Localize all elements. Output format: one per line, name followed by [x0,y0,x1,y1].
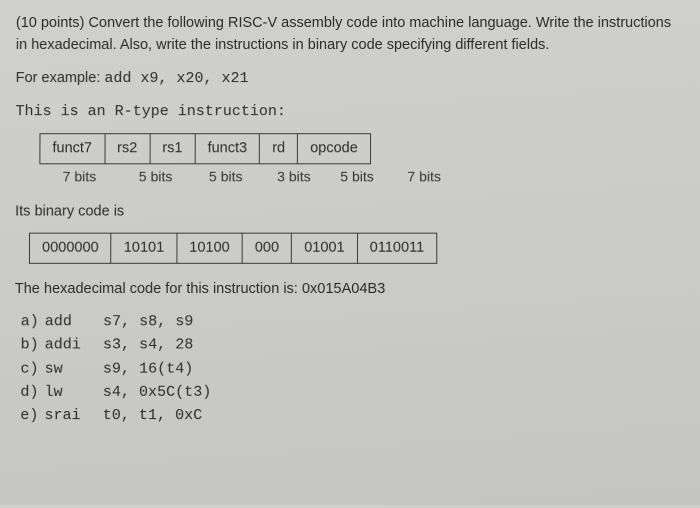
field-bits-row: 7 bits 5 bits 5 bits 3 bits 5 bits 7 bit… [39,166,685,188]
binary-cell: 10100 [177,233,243,263]
field-bits: 3 bits [260,166,328,188]
field-bits: 7 bits [39,166,119,188]
answer-op: add [45,310,103,333]
list-item: a) add s7, s8, s9 [21,310,686,333]
example-intro: For example: [16,70,105,86]
answer-label: d) [20,380,44,403]
field-header: rs1 [150,134,195,164]
answer-args: t0, t1, 0xC [103,404,203,427]
example-instruction: add x9, x20, x21 [104,70,248,87]
binary-cell: 0110011 [357,233,437,263]
field-header: funct3 [195,134,260,164]
field-bits: 5 bits [328,166,386,188]
binary-cell: 01001 [292,233,358,263]
field-header: rd [260,134,298,164]
field-bits: 5 bits [119,166,191,188]
field-header-table: funct7 rs2 rs1 funct3 rd opcode [39,134,370,165]
binary-cell: 10101 [111,233,177,263]
field-header: funct7 [40,134,105,164]
binary-intro: Its binary code is [15,200,685,223]
answer-args: s3, s4, 28 [103,334,193,357]
answer-label: c) [20,357,44,380]
binary-cell: 0000000 [29,233,111,263]
list-item: c) sw s9, 16(t4) [20,357,685,380]
table-row: funct7 rs2 rs1 funct3 rd opcode [40,134,370,164]
field-header: opcode [298,134,371,164]
table-row: 0000000 10101 10100 000 01001 0110011 [29,233,436,263]
list-item: e) srai t0, t1, 0xC [20,404,686,427]
hex-line: The hexadecimal code for this instructio… [15,277,685,300]
answer-args: s4, 0x5C(t3) [103,380,212,403]
rtype-line: This is an R-type instruction: [15,100,684,123]
answer-args: s7, s8, s9 [103,310,193,333]
list-item: d) lw s4, 0x5C(t3) [20,380,685,403]
example-line: For example: add x9, x20, x21 [16,67,685,90]
field-bits: 7 bits [386,166,462,188]
field-header: rs2 [104,134,149,164]
answer-op: srai [44,404,102,427]
answer-op: sw [45,357,103,380]
answer-args: s9, 16(t4) [103,357,193,380]
answer-label: e) [20,404,44,427]
answer-op: addi [45,334,103,357]
field-bits: 5 bits [192,166,260,188]
answer-label: a) [21,310,45,333]
answer-label: b) [21,334,45,357]
list-item: b) addi s3, s4, 28 [21,334,686,357]
question-prompt: (10 points) Convert the following RISC-V… [16,12,684,57]
answer-list: a) add s7, s8, s9 b) addi s3, s4, 28 c) … [20,310,686,427]
binary-table: 0000000 10101 10100 000 01001 0110011 [29,233,437,264]
answer-op: lw [44,380,102,403]
binary-cell: 000 [242,233,291,263]
